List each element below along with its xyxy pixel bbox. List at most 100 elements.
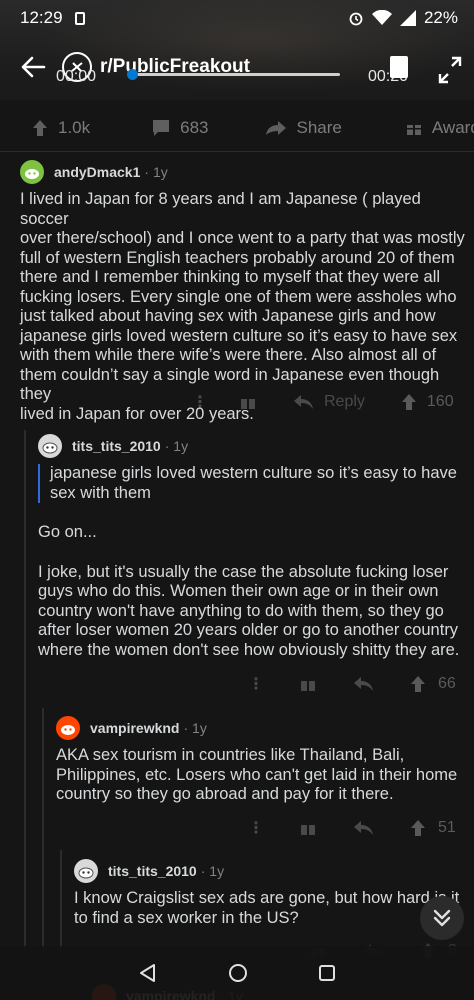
home-circle-icon[interactable] bbox=[228, 963, 248, 983]
comment-action-bar: ⋮ 51 bbox=[246, 818, 456, 838]
comment-score: 160 bbox=[426, 393, 454, 410]
comment-text-line: just talked about having sex with Japane… bbox=[20, 307, 436, 325]
avatar[interactable] bbox=[20, 160, 44, 184]
signal-icon bbox=[399, 10, 416, 26]
comment-text-line: country won't have anything to do with t… bbox=[38, 601, 444, 620]
comment-username[interactable]: vampirewknd bbox=[90, 720, 179, 736]
comment-quote-line: japanese girls loved western culture so … bbox=[50, 464, 457, 482]
video-progress-bar[interactable] bbox=[128, 73, 340, 76]
recents-square-icon[interactable] bbox=[318, 964, 336, 982]
post-award-button[interactable]: Award bbox=[406, 118, 474, 138]
comment-text-line: to find a sex worker in the US? bbox=[74, 908, 299, 927]
double-chevron-down-icon bbox=[433, 909, 451, 927]
post-comments-button[interactable]: 683 bbox=[152, 117, 209, 138]
fullscreen-icon[interactable] bbox=[438, 56, 462, 84]
reply-arrow-icon[interactable] bbox=[354, 821, 374, 835]
comment-text-line: with them while there wife’s were there.… bbox=[20, 346, 437, 364]
reply-label: Reply bbox=[324, 393, 365, 410]
comment: tits_tits_2010 · 1y japanese girls loved… bbox=[38, 432, 468, 660]
comment-action-bar: ⋮ 66 bbox=[246, 674, 456, 694]
video-progress-handle[interactable] bbox=[127, 69, 138, 80]
gift-icon bbox=[406, 120, 421, 135]
comment-paragraph: Go on... bbox=[38, 523, 97, 541]
upvote-arrow-icon[interactable] bbox=[410, 675, 426, 693]
comment-text-line: full of western English teachers probabl… bbox=[20, 248, 455, 267]
comment-body: I lived in Japan for 8 years and I am Ja… bbox=[20, 190, 466, 424]
comment-quote-line: sex with them bbox=[50, 483, 151, 502]
post-action-bar: 1.0k 683 Share Award bbox=[0, 104, 474, 152]
status-bar: 12:29 22% bbox=[0, 0, 474, 36]
comment-body: I joke, but it's usually the case the ab… bbox=[38, 563, 468, 661]
more-options-icon[interactable]: ⋮ bbox=[190, 392, 210, 412]
status-time: 12:29 bbox=[20, 8, 63, 27]
post-share-label: Share bbox=[296, 117, 342, 137]
comment: vampirewknd · 1y AKA sex tourism in coun… bbox=[56, 714, 470, 805]
comment-quote: japanese girls loved western culture so … bbox=[38, 464, 468, 503]
comment-score: 66 bbox=[438, 675, 456, 692]
comment: andyDmack1 · 1y I lived in Japan for 8 y… bbox=[20, 158, 466, 424]
comment: tits_tits_2010 · 1y I know Craigslist se… bbox=[74, 857, 470, 928]
more-options-icon[interactable]: ⋮ bbox=[246, 674, 266, 694]
comment-text-line: after loser women 20 years older or go t… bbox=[38, 621, 459, 639]
reply-button[interactable]: Reply bbox=[294, 393, 365, 411]
upvote-arrow-icon[interactable] bbox=[401, 393, 417, 411]
comment-text-line: Philippines, etc. Losers who can't get l… bbox=[56, 765, 458, 784]
comment-username[interactable]: tits_tits_2010 bbox=[72, 438, 161, 454]
comment-action-bar: ⋮ Reply 160 bbox=[190, 392, 454, 412]
gift-icon[interactable] bbox=[300, 676, 316, 692]
comment-header: tits_tits_2010 · 1y bbox=[38, 432, 468, 460]
comment-age: 1y bbox=[173, 438, 189, 454]
wifi-icon bbox=[371, 10, 392, 25]
battery-level: 22% bbox=[423, 8, 458, 27]
comment-text-line: where the women don't see how obviously … bbox=[38, 640, 460, 659]
comment-text-line: guys who do this. Women their own age or… bbox=[38, 582, 439, 600]
thread-line bbox=[24, 430, 26, 950]
post-upvote-button[interactable]: 1.0k bbox=[32, 118, 90, 138]
comment-age: 1y bbox=[152, 164, 168, 180]
back-triangle-icon[interactable] bbox=[138, 963, 158, 983]
comment-body: I know Craigslist sex ads are gone, but … bbox=[74, 889, 470, 928]
video-time-elapsed: 00:00 bbox=[56, 68, 97, 85]
comment-age: 1y bbox=[209, 863, 225, 879]
reply-arrow-icon bbox=[294, 395, 313, 409]
avatar[interactable] bbox=[56, 716, 80, 740]
post-share-button[interactable]: Share bbox=[265, 118, 342, 138]
system-nav-bar bbox=[0, 946, 474, 1000]
comment-text-line: there and I remember thinking to myself … bbox=[20, 268, 441, 286]
reply-arrow-icon[interactable] bbox=[354, 677, 374, 691]
post-award-label: Award bbox=[431, 117, 474, 137]
upvote-arrow-icon[interactable] bbox=[410, 819, 426, 837]
more-options-icon[interactable]: ⋮ bbox=[246, 818, 266, 838]
comment-bubble-icon bbox=[153, 119, 170, 136]
comment-header: andyDmack1 · 1y bbox=[20, 158, 466, 186]
comment-text-line: over there/school) and I once went to a … bbox=[20, 229, 465, 247]
comment-age: 1y bbox=[192, 720, 207, 736]
post-upvote-count: 1.0k bbox=[58, 117, 91, 137]
comment-text-line: AKA sex tourism in countries like Thaila… bbox=[56, 746, 405, 764]
document-icon[interactable] bbox=[390, 56, 408, 78]
back-arrow-icon[interactable] bbox=[20, 54, 46, 80]
comment-body: AKA sex tourism in countries like Thaila… bbox=[56, 746, 470, 805]
comment-text-line: fucking losers. Every single one of them… bbox=[20, 287, 457, 306]
comment-header: vampirewknd · 1y bbox=[56, 714, 470, 742]
comment-username[interactable]: tits_tits_2010 bbox=[108, 863, 197, 879]
comment-username[interactable]: andyDmack1 bbox=[54, 164, 140, 180]
avatar[interactable] bbox=[38, 434, 62, 458]
comment-text-line: I lived in Japan for 8 years and I am Ja… bbox=[20, 190, 421, 228]
comment-text-line: I know Craigslist sex ads are gone, but … bbox=[74, 889, 460, 907]
alarm-icon bbox=[349, 12, 363, 26]
comment-text-line: I joke, but it's usually the case the ab… bbox=[38, 562, 449, 581]
notification-icon bbox=[74, 11, 85, 25]
thread-line bbox=[42, 708, 44, 950]
post-comment-count: 683 bbox=[180, 117, 209, 137]
gift-icon[interactable] bbox=[240, 394, 256, 410]
thread-line bbox=[60, 850, 62, 950]
comment-text-line: country so they go abroad and pay for it… bbox=[56, 785, 394, 803]
avatar[interactable] bbox=[74, 859, 98, 883]
comment-text-line: japanese girls loved western culture so … bbox=[20, 326, 458, 345]
comment-header: tits_tits_2010 · 1y bbox=[74, 857, 470, 885]
next-comment-button[interactable] bbox=[420, 896, 464, 940]
comment-score: 51 bbox=[438, 819, 456, 836]
share-arrow-icon bbox=[265, 120, 286, 135]
gift-icon[interactable] bbox=[300, 820, 316, 836]
